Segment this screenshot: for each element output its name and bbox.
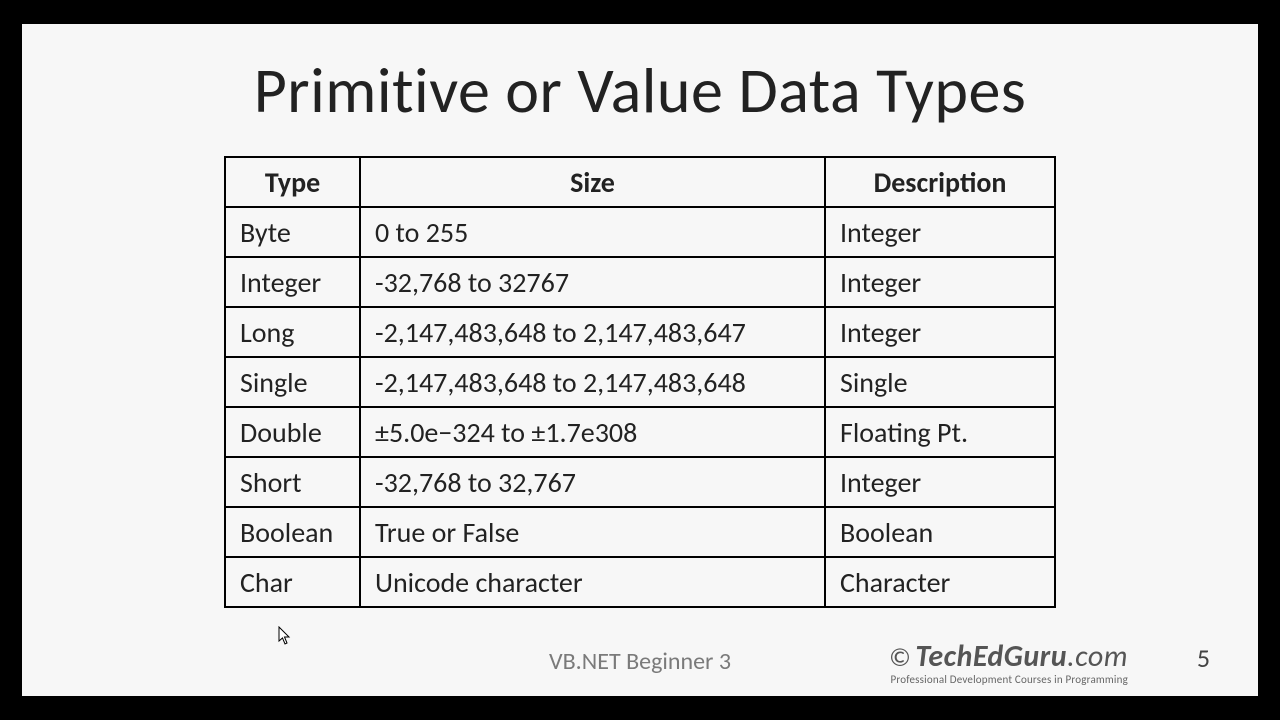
brand-block: ©TechEdGuru.com Professional Development…: [889, 638, 1128, 686]
cell-desc: Boolean: [825, 507, 1055, 557]
cell-desc: Single: [825, 357, 1055, 407]
data-types-table: Type Size Description Byte0 to 255Intege…: [224, 156, 1056, 608]
cell-desc: Integer: [825, 457, 1055, 507]
table-row: Double±5.0e−324 to ±1.7e308Floating Pt.: [225, 407, 1055, 457]
col-header-type: Type: [225, 157, 360, 207]
cell-size: -32,768 to 32767: [360, 257, 825, 307]
page-number: 5: [1197, 642, 1210, 674]
col-header-size: Size: [360, 157, 825, 207]
table-row: Single-2,147,483,648 to 2,147,483,648Sin…: [225, 357, 1055, 407]
table-header-row: Type Size Description: [225, 157, 1055, 207]
cell-size: Unicode character: [360, 557, 825, 607]
cell-size: -32,768 to 32,767: [360, 457, 825, 507]
table-row: Short-32,768 to 32,767Integer: [225, 457, 1055, 507]
cell-type: Double: [225, 407, 360, 457]
brand-name: TechEdGuru: [915, 638, 1067, 675]
cell-desc: Integer: [825, 307, 1055, 357]
cell-type: Long: [225, 307, 360, 357]
cell-type: Single: [225, 357, 360, 407]
cell-size: 0 to 255: [360, 207, 825, 257]
brand-tagline: Professional Development Courses in Prog…: [889, 673, 1128, 686]
cell-desc: Character: [825, 557, 1055, 607]
copyright-symbol: ©: [889, 641, 911, 673]
col-header-desc: Description: [825, 157, 1055, 207]
cell-type: Integer: [225, 257, 360, 307]
cell-desc: Floating Pt.: [825, 407, 1055, 457]
table-row: CharUnicode characterCharacter: [225, 557, 1055, 607]
cell-desc: Integer: [825, 207, 1055, 257]
cell-desc: Integer: [825, 257, 1055, 307]
cell-size: True or False: [360, 507, 825, 557]
slide: Primitive or Value Data Types Type Size …: [22, 24, 1258, 696]
cell-type: Char: [225, 557, 360, 607]
footer-subtitle: VB.NET Beginner 3: [549, 647, 731, 676]
cell-type: Byte: [225, 207, 360, 257]
cell-type: Short: [225, 457, 360, 507]
slide-title: Primitive or Value Data Types: [22, 52, 1258, 130]
cell-size: -2,147,483,648 to 2,147,483,648: [360, 357, 825, 407]
table-row: Byte0 to 255Integer: [225, 207, 1055, 257]
table-row: BooleanTrue or FalseBoolean: [225, 507, 1055, 557]
cell-size: -2,147,483,648 to 2,147,483,647: [360, 307, 825, 357]
brand-domain: .com: [1067, 638, 1128, 675]
table-row: Integer-32,768 to 32767Integer: [225, 257, 1055, 307]
cell-type: Boolean: [225, 507, 360, 557]
footer: VB.NET Beginner 3 ©TechEdGuru.com Profes…: [22, 630, 1258, 688]
table-row: Long-2,147,483,648 to 2,147,483,647Integ…: [225, 307, 1055, 357]
cell-size: ±5.0e−324 to ±1.7e308: [360, 407, 825, 457]
